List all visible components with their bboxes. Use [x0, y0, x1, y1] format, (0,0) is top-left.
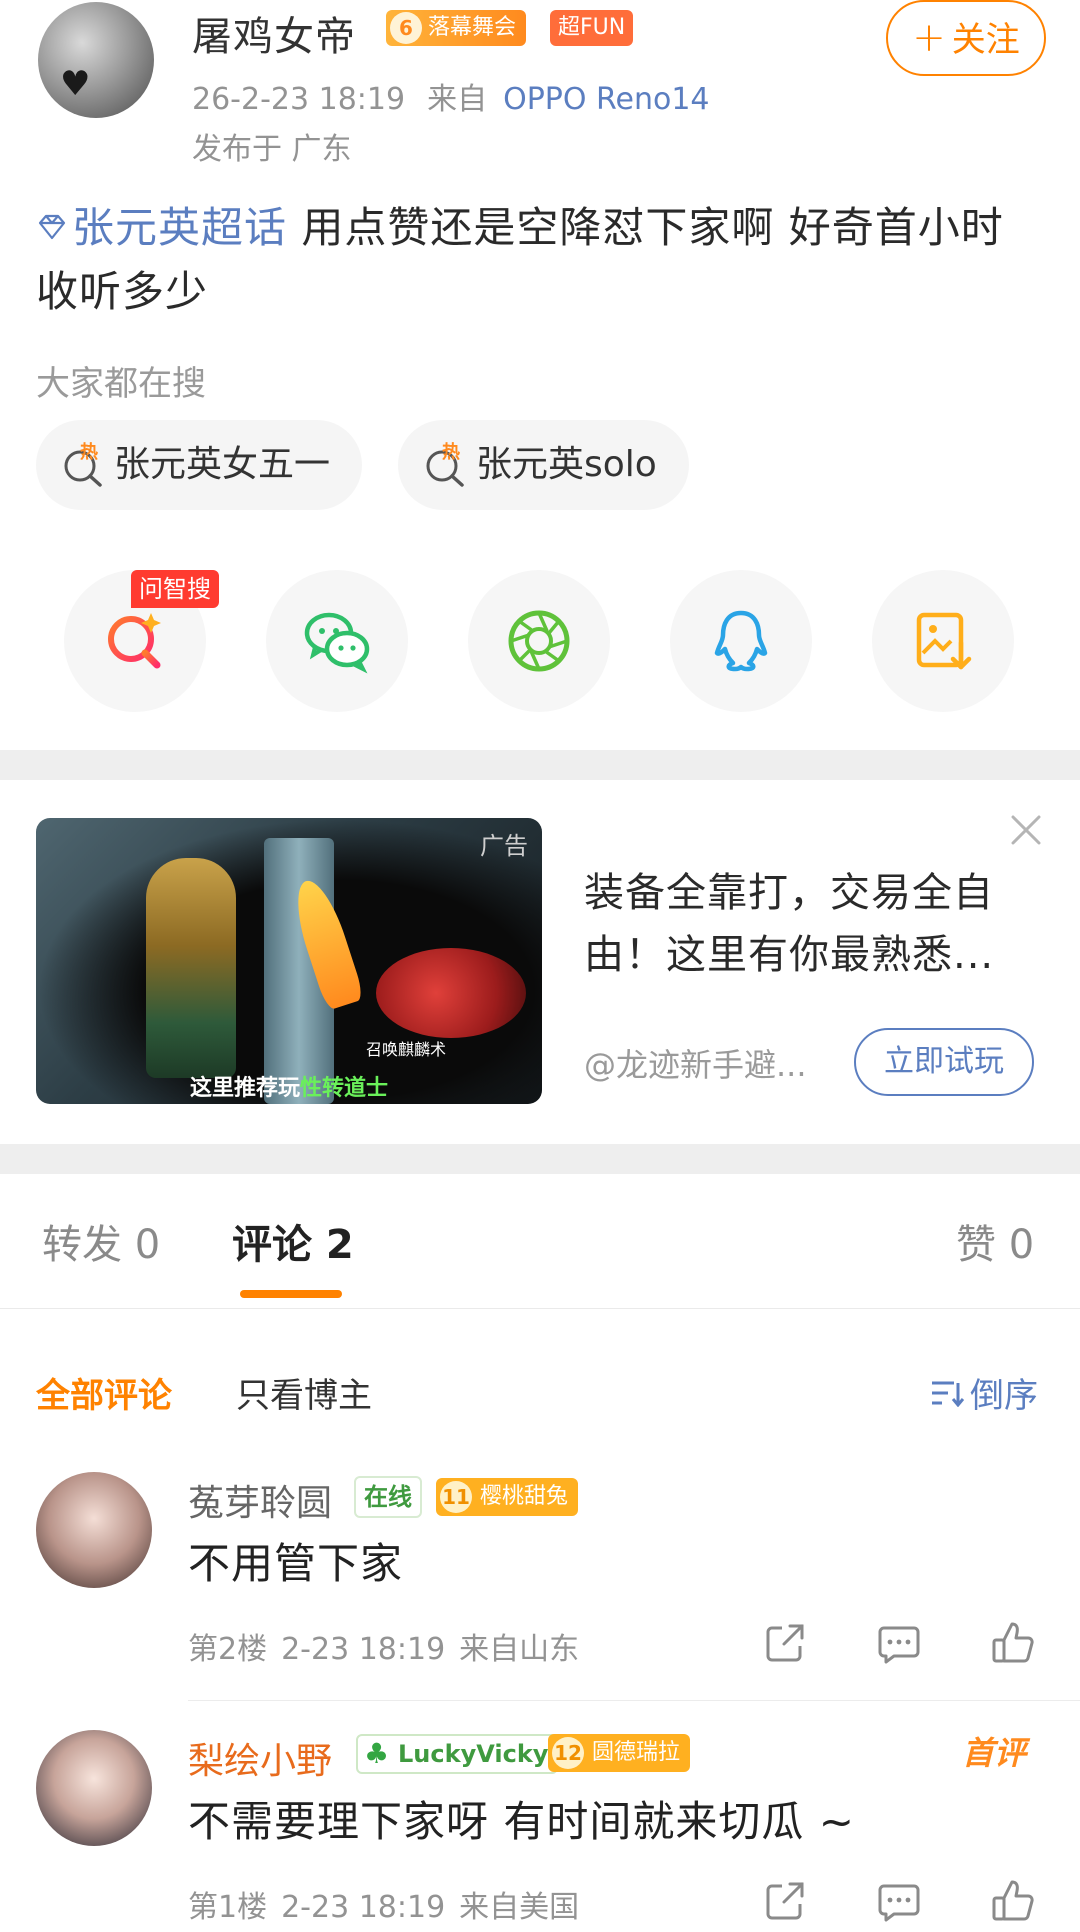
ad-caption: 这里推荐玩性转道士 — [190, 1070, 388, 1102]
active-tab-indicator — [240, 1290, 342, 1298]
comment-meta: 第1楼 2-23 18:19 来自美国 — [188, 1882, 579, 1926]
section-divider — [0, 750, 1080, 780]
filter-all-comments[interactable]: 全部评论 — [36, 1368, 172, 1417]
fan-badge-level: 6 — [390, 12, 422, 44]
like-icon[interactable] — [990, 1878, 1036, 1924]
fan-badge-label: 圆德瑞拉 — [592, 1740, 681, 1765]
comment-meta: 第2楼 2-23 18:19 来自山东 — [188, 1624, 579, 1668]
comment-divider — [188, 1700, 1080, 1701]
comment-floor: 第2楼 — [188, 1632, 268, 1667]
svg-text:热: 热 — [442, 442, 460, 463]
sort-button[interactable]: 倒序 — [930, 1368, 1038, 1417]
heart-icon: ♥ — [60, 64, 91, 104]
follow-label: 关注 — [951, 20, 1020, 60]
share-moments-button[interactable] — [468, 570, 610, 712]
chip-label: 张元英女五一 — [114, 444, 331, 485]
avatar[interactable] — [36, 1472, 152, 1588]
share-qq-button[interactable] — [670, 570, 812, 712]
first-comment-tag: 首评 — [962, 1734, 1027, 1772]
comment-location: 来自山东 — [459, 1632, 580, 1667]
tab-repost[interactable]: 转发 0 — [42, 1212, 160, 1270]
comment-author-name[interactable]: 菟芽聆圆 — [188, 1474, 332, 1526]
chip-label: 张元英solo — [476, 444, 657, 485]
sort-label: 倒序 — [970, 1376, 1038, 1416]
topic-link[interactable]: 张元英超话 — [36, 203, 287, 252]
sort-icon — [932, 1381, 964, 1407]
comment-text[interactable]: 不需要理下家呀 有时间就来切瓜 ~ — [188, 1788, 855, 1849]
author-avatar[interactable]: ♥ — [38, 2, 154, 118]
follow-button[interactable]: + 关注 — [886, 0, 1046, 76]
trending-chip[interactable]: 热 张元英solo — [398, 420, 689, 510]
ad-caption-prefix: 这里推荐玩 — [190, 1076, 301, 1101]
trending-chip[interactable]: 热 张元英女五一 — [36, 420, 363, 510]
fan-badge-level: 11 — [440, 1481, 472, 1513]
ad-sub-caption: 召唤麒麟术 — [366, 1040, 447, 1059]
tabs-divider — [0, 1308, 1080, 1309]
share-icon[interactable] — [762, 1878, 808, 1924]
clover-icon: ♣ — [364, 1737, 390, 1770]
share-wechat-button[interactable] — [266, 570, 408, 712]
hot-search-icon: 热 — [64, 442, 102, 487]
svg-text:热: 热 — [80, 442, 98, 463]
section-divider — [0, 1144, 1080, 1174]
tab-like[interactable]: 赞 0 — [956, 1212, 1034, 1270]
ad-tag: 广告 — [480, 832, 528, 860]
post-source-prefix: 来自 — [427, 82, 488, 117]
comment-location: 来自美国 — [459, 1890, 580, 1925]
ai-search-icon — [108, 613, 161, 669]
comment-text[interactable]: 不用管下家 — [188, 1530, 403, 1591]
ad-source[interactable]: @龙迹新手避... — [584, 1040, 807, 1086]
lucky-badge-label: LuckyVicky — [398, 1740, 549, 1768]
ad-cta-button[interactable]: 立即试玩 — [854, 1028, 1034, 1096]
reply-icon[interactable] — [876, 1620, 922, 1666]
fan-badge-label: 落幕舞会 — [428, 15, 517, 40]
plus-icon: + — [912, 15, 946, 61]
avatar[interactable] — [36, 1730, 152, 1846]
ask-tag: 问智搜 — [131, 570, 219, 608]
comment-floor: 第1楼 — [188, 1890, 268, 1925]
online-badge: 在线 — [354, 1476, 422, 1518]
fun-badge[interactable]: 超FUN — [550, 10, 634, 46]
moments-icon — [508, 610, 570, 672]
save-image-button[interactable] — [872, 570, 1014, 712]
qq-icon — [714, 610, 768, 672]
fan-badge-level: 12 — [552, 1737, 584, 1769]
wechat-icon — [304, 612, 370, 674]
post-meta: 26-2-23 18:19 来自 OPPO Reno14 — [192, 74, 710, 118]
ad-image[interactable]: 召唤麒麟术 这里推荐玩性转道士 广告 — [36, 818, 542, 1104]
post-location: 发布于 广东 — [192, 132, 352, 167]
like-icon[interactable] — [990, 1620, 1036, 1666]
post-device[interactable]: OPPO Reno14 — [503, 82, 709, 117]
comment-author-name[interactable]: 梨绘小野 — [188, 1732, 332, 1784]
diamond-icon — [38, 214, 66, 240]
post-time: 26-2-23 18:19 — [192, 82, 406, 117]
close-icon[interactable] — [1008, 812, 1044, 848]
fan-badge[interactable]: 12 圆德瑞拉 — [548, 1734, 691, 1772]
fan-badge-label: 樱桃甜兔 — [480, 1484, 569, 1509]
tab-comment[interactable]: 评论 2 — [232, 1212, 354, 1270]
ad-text[interactable]: 装备全靠打，交易全自由！这里有你最熟悉... — [584, 862, 1044, 986]
post-body: 张元英超话 用点赞还是空降怼下家啊 好奇首小时收听多少 — [36, 196, 1046, 324]
comment-time: 2-23 18:19 — [281, 1890, 446, 1925]
filter-owner-only[interactable]: 只看博主 — [236, 1368, 372, 1417]
ad-qilin-figure — [376, 948, 526, 1038]
share-icon[interactable] — [762, 1620, 808, 1666]
author-name[interactable]: 屠鸡女帝 — [192, 4, 356, 62]
trending-search-label: 大家都在搜 — [36, 364, 206, 404]
ad-warrior-figure — [146, 858, 236, 1078]
hot-search-icon: 热 — [426, 442, 464, 487]
fan-badge[interactable]: 11 樱桃甜兔 — [436, 1478, 579, 1516]
comment-time: 2-23 18:19 — [281, 1632, 446, 1667]
reply-icon[interactable] — [876, 1878, 922, 1924]
topic-label: 张元英超话 — [72, 203, 288, 252]
lucky-badge[interactable]: ♣ LuckyVicky — [356, 1734, 559, 1774]
save-image-icon — [916, 612, 972, 670]
post-header: ♥ 屠鸡女帝 6 落幕舞会 超FUN + 关注 26-2-23 18:19 来自 OP… — [0, 0, 1080, 170]
fan-badge[interactable]: 6 落幕舞会 — [386, 10, 527, 46]
ad-caption-highlight: 性转道士 — [300, 1076, 389, 1101]
